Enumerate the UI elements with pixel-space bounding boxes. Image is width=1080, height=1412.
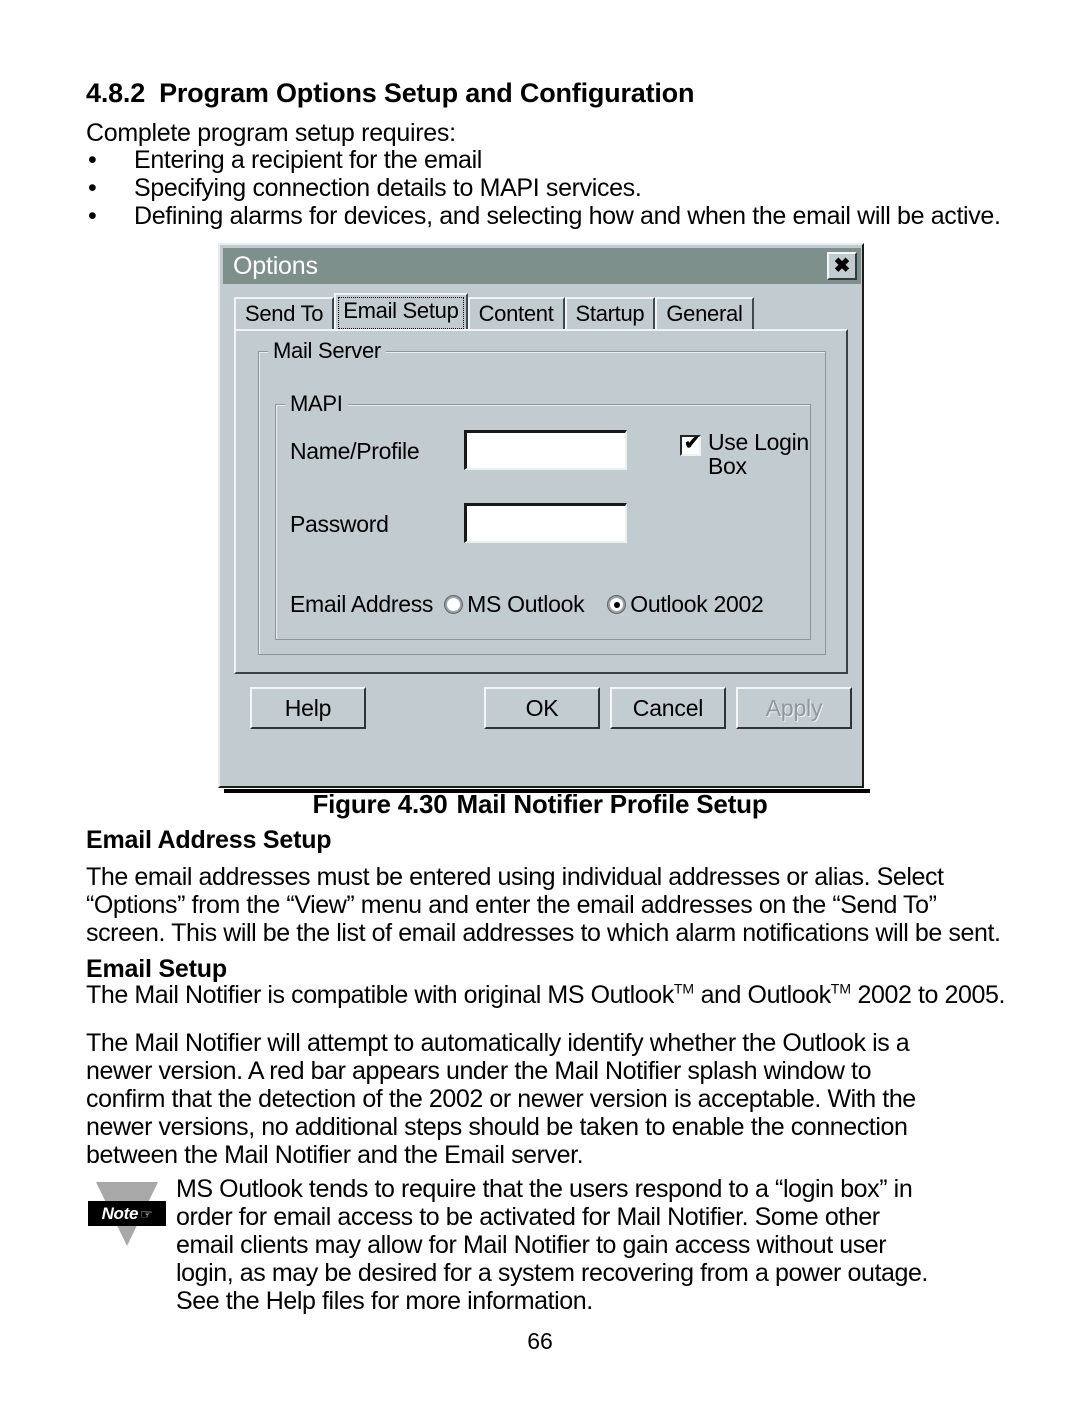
checkmark-icon: ✔ <box>684 433 700 454</box>
note-text: MS Outlook tends to require that the use… <box>176 1175 1036 1315</box>
list-item: • Specifying connection details to MAPI … <box>86 174 1046 202</box>
paragraph-line: The Mail Notifier is compatible with ori… <box>86 981 1026 1009</box>
paragraph-version-detection: The Mail Notifier will attempt to automa… <box>86 1029 1026 1169</box>
note-line: email clients may allow for Mail Notifie… <box>176 1231 887 1259</box>
paragraph-line: newer version. A red bar appears under t… <box>86 1057 872 1085</box>
figure-caption-title: Mail Notifier Profile Setup <box>456 789 768 819</box>
radio-option-ms-outlook[interactable]: MS Outlook <box>445 591 585 618</box>
paragraph-compatibility: The Mail Notifier is compatible with ori… <box>86 981 1026 1009</box>
note-line: MS Outlook tends to require that the use… <box>176 1175 913 1203</box>
tab-panel-email-setup: Mail Server MAPI Name/Profile Password ✔… <box>234 329 848 674</box>
note-badge-label: Note <box>101 1204 139 1223</box>
section-title: Program Options Setup and Configuration <box>159 78 695 108</box>
note-line: order for email access to be activated f… <box>176 1203 880 1231</box>
group-mail-server: Mail Server MAPI Name/Profile Password ✔… <box>258 338 826 655</box>
apply-button: Apply <box>736 687 852 729</box>
figure-caption-number: Figure 4.30 <box>312 789 448 819</box>
paragraph-line: between the Mail Notifier and the Email … <box>86 1141 584 1169</box>
list-item: • Defining alarms for devices, and selec… <box>86 202 1046 230</box>
compat-part3: 2002 to 2005. <box>851 981 1006 1009</box>
use-login-box-label: Use Login Box <box>708 429 809 479</box>
dialog-title: Options <box>233 251 318 280</box>
trademark-symbol: TM <box>673 980 695 997</box>
lead-in-text: Complete program setup requires: <box>86 119 456 147</box>
radio-option-ms-outlook-label: MS Outlook <box>467 591 585 617</box>
paragraph-email-address-setup: The email addresses must be entered usin… <box>86 863 1026 947</box>
list-item-label: Specifying connection details to MAPI se… <box>134 174 642 202</box>
tab-email-setup[interactable]: Email Setup <box>334 293 468 329</box>
radio-icon[interactable] <box>445 596 463 613</box>
list-item-label: Entering a recipient for the email <box>134 146 483 174</box>
bullet-icon: • <box>88 146 97 174</box>
list-item: • Entering a recipient for the email <box>86 146 1046 174</box>
section-number: 4.8.2 <box>86 78 146 108</box>
note-line: login, as may be desired for a system re… <box>176 1259 928 1287</box>
use-login-box-checkbox[interactable]: ✔ Use Login Box <box>680 430 810 478</box>
paragraph-line: newer versions, no additional steps shou… <box>86 1113 908 1141</box>
radio-option-outlook-2002-label: Outlook 2002 <box>630 591 764 617</box>
name-profile-label: Name/Profile <box>290 438 420 464</box>
bullet-icon: • <box>88 174 97 202</box>
paragraph-line: The email addresses must be entered usin… <box>86 863 944 891</box>
tab-general[interactable]: General <box>655 297 754 329</box>
options-dialog: Options ✖ Send To Email Setup Content St… <box>218 243 864 788</box>
dialog-tabstrip: Send To Email Setup Content Startup Gene… <box>234 293 754 329</box>
paragraph-line: The Mail Notifier will attempt to automa… <box>86 1029 910 1057</box>
paragraph-line: “Options” from the “View” menu and enter… <box>86 891 937 919</box>
help-button[interactable]: Help <box>250 687 366 729</box>
trademark-symbol: TM <box>830 980 851 997</box>
page-title: 4.8.2 Program Options Setup and Configura… <box>86 78 694 109</box>
cancel-button[interactable]: Cancel <box>610 687 726 729</box>
dialog-titlebar: Options ✖ <box>223 248 861 284</box>
paragraph-line: screen. This will be the list of email a… <box>86 919 1001 947</box>
password-label: Password <box>290 511 389 537</box>
tab-send-to[interactable]: Send To <box>234 297 335 329</box>
ok-button[interactable]: OK <box>484 687 600 729</box>
note-icon: Note ☞ <box>88 1182 168 1254</box>
tab-content[interactable]: Content <box>467 297 565 329</box>
paragraph-line: confirm that the detection of the 2002 o… <box>86 1085 916 1113</box>
list-item-label: Defining alarms for devices, and selecti… <box>134 202 1001 230</box>
radio-option-outlook-2002[interactable]: Outlook 2002 <box>608 591 764 618</box>
email-address-radio-group: Email Address MS Outlook Outlook 2002 <box>290 591 788 618</box>
name-profile-input[interactable] <box>464 430 627 470</box>
checkbox-icon[interactable]: ✔ <box>680 433 701 456</box>
email-address-label: Email Address <box>290 591 434 617</box>
radio-icon-selected[interactable] <box>608 596 626 613</box>
compat-part1: The Mail Notifier is compatible with ori… <box>86 981 674 1009</box>
pointing-hand-icon: ☞ <box>140 1206 153 1222</box>
bullet-icon: • <box>88 202 97 230</box>
group-mail-server-label: Mail Server <box>268 338 386 364</box>
compat-part2: and Outlook <box>694 981 832 1009</box>
requirements-list: • Entering a recipient for the email • S… <box>86 146 1046 230</box>
password-input[interactable] <box>464 503 627 543</box>
note-line: See the Help files for more information. <box>176 1287 593 1315</box>
heading-email-address-setup: Email Address Setup <box>86 826 332 854</box>
group-mapi: MAPI Name/Profile Password ✔ Use Login B… <box>275 391 811 640</box>
page-number: 66 <box>527 1328 553 1354</box>
close-icon[interactable]: ✖ <box>827 252 857 280</box>
dialog-button-row: Help OK Cancel Apply <box>220 687 866 747</box>
figure-caption: Figure 4.30 Mail Notifier Profile Setup <box>0 789 1080 820</box>
document-page: 4.8.2 Program Options Setup and Configura… <box>0 0 1080 1412</box>
tab-startup[interactable]: Startup <box>564 297 656 329</box>
group-mapi-label: MAPI <box>285 391 348 417</box>
note-badge: Note ☞ <box>88 1201 166 1226</box>
heading-email-setup: Email Setup <box>86 955 227 983</box>
